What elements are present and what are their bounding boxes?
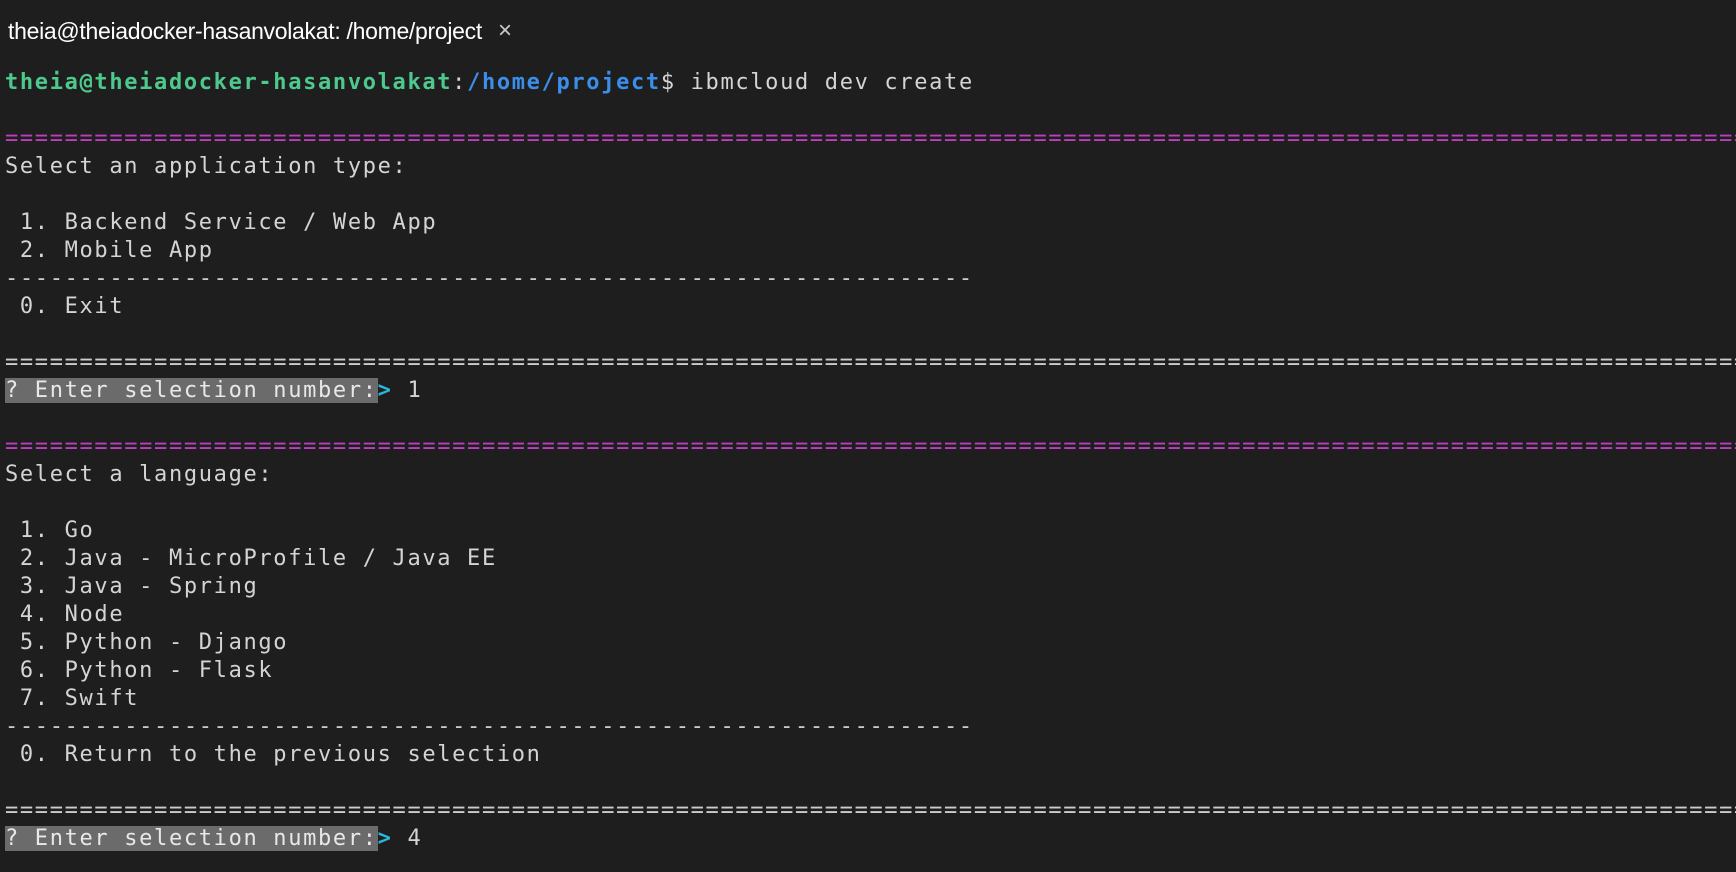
language-heading: Select a language: — [5, 462, 274, 487]
prompt-colon: : — [452, 70, 468, 95]
prompt-user-host: theia@theiadocker-hasanvolakat — [5, 70, 453, 95]
selection-answer: 4 — [392, 826, 423, 851]
selection-answer: 1 — [392, 378, 423, 403]
prompt-arrow: > — [377, 826, 393, 851]
command-text: ibmcloud dev create — [675, 70, 974, 95]
app-type-option: 2. Mobile App — [5, 238, 214, 263]
close-icon[interactable]: × — [498, 17, 512, 45]
return-option: 0. Return to the previous selection — [5, 742, 542, 767]
selection-question: ? Enter selection number: — [5, 826, 378, 851]
language-option: 6. Python - Flask — [5, 658, 274, 683]
app-type-option: 1. Backend Service / Web App — [5, 210, 438, 235]
selection-prompt-line: ? Enter selection number:> 4 — [5, 825, 1736, 853]
selection-prompt-line: ? Enter selection number:> 1 — [5, 377, 1736, 405]
separator-line: ========================================… — [5, 126, 1736, 151]
dash-separator: ----------------------------------------… — [5, 266, 974, 291]
app-type-heading: Select an application type: — [5, 154, 408, 179]
language-option: 7. Swift — [5, 686, 140, 711]
separator-line: ========================================… — [5, 350, 1736, 375]
prompt-dollar: $ — [660, 70, 676, 95]
language-option: 5. Python - Django — [5, 630, 289, 655]
prompt-arrow: > — [377, 378, 393, 403]
exit-option: 0. Exit — [5, 294, 125, 319]
language-option: 4. Node — [5, 602, 125, 627]
terminal-tab[interactable]: theia@theiadocker-hasanvolakat: /home/pr… — [0, 0, 512, 62]
selection-question: ? Enter selection number: — [5, 378, 378, 403]
separator-line: ========================================… — [5, 434, 1736, 459]
dash-separator: ----------------------------------------… — [5, 714, 974, 739]
shell-prompt-line: theia@theiadocker-hasanvolakat:/home/pro… — [5, 69, 1736, 97]
separator-line: ========================================… — [5, 798, 1736, 823]
language-option: 1. Go — [5, 518, 95, 543]
language-option: 2. Java - MicroProfile / Java EE — [5, 546, 497, 571]
prompt-path: /home/project — [467, 70, 661, 95]
terminal-output[interactable]: theia@theiadocker-hasanvolakat:/home/pro… — [5, 69, 1736, 853]
terminal-tab-title: theia@theiadocker-hasanvolakat: /home/pr… — [8, 17, 482, 44]
language-option: 3. Java - Spring — [5, 574, 259, 599]
